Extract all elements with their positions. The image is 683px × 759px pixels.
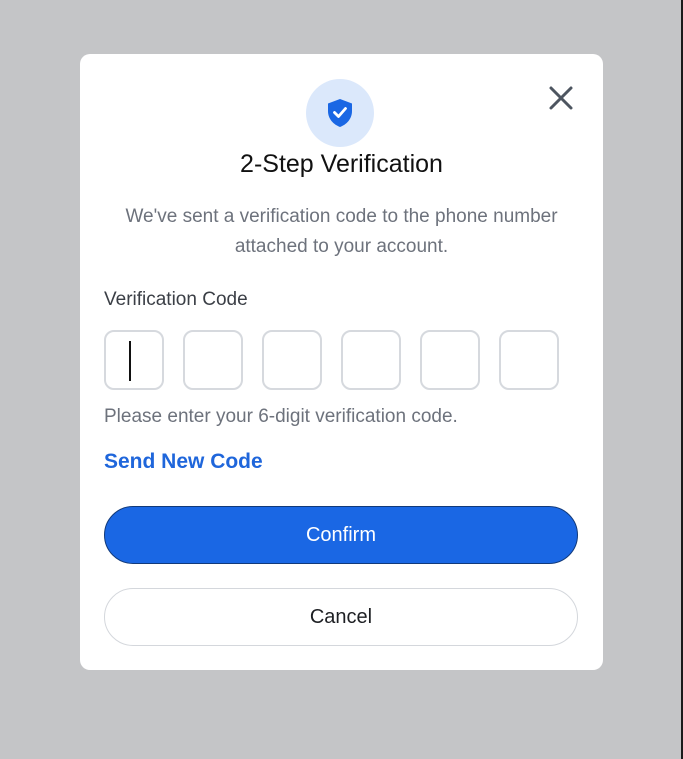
code-digit-6[interactable] [499,330,559,390]
close-icon [549,86,573,110]
code-digit-4[interactable] [341,330,401,390]
send-new-code-link[interactable]: Send New Code [104,450,263,474]
code-digit-2[interactable] [183,330,243,390]
code-digit-5[interactable] [420,330,480,390]
dialog-title: 2-Step Verification [240,150,443,178]
verification-code-label: Verification Code [104,289,248,310]
close-button[interactable] [544,84,578,114]
code-digit-3[interactable] [262,330,322,390]
code-input-group [104,330,584,390]
code-hint-text: Please enter your 6-digit verification c… [104,406,458,427]
cancel-button[interactable]: Cancel [104,588,578,646]
shield-badge [306,79,374,147]
text-cursor [129,341,131,381]
confirm-button[interactable]: Confirm [104,506,578,564]
verification-dialog: 2-Step Verification We've sent a verific… [80,54,603,670]
code-digit-1[interactable] [104,330,164,390]
shield-check-icon [328,99,352,127]
dialog-subtitle: We've sent a verification code to the ph… [125,206,558,257]
